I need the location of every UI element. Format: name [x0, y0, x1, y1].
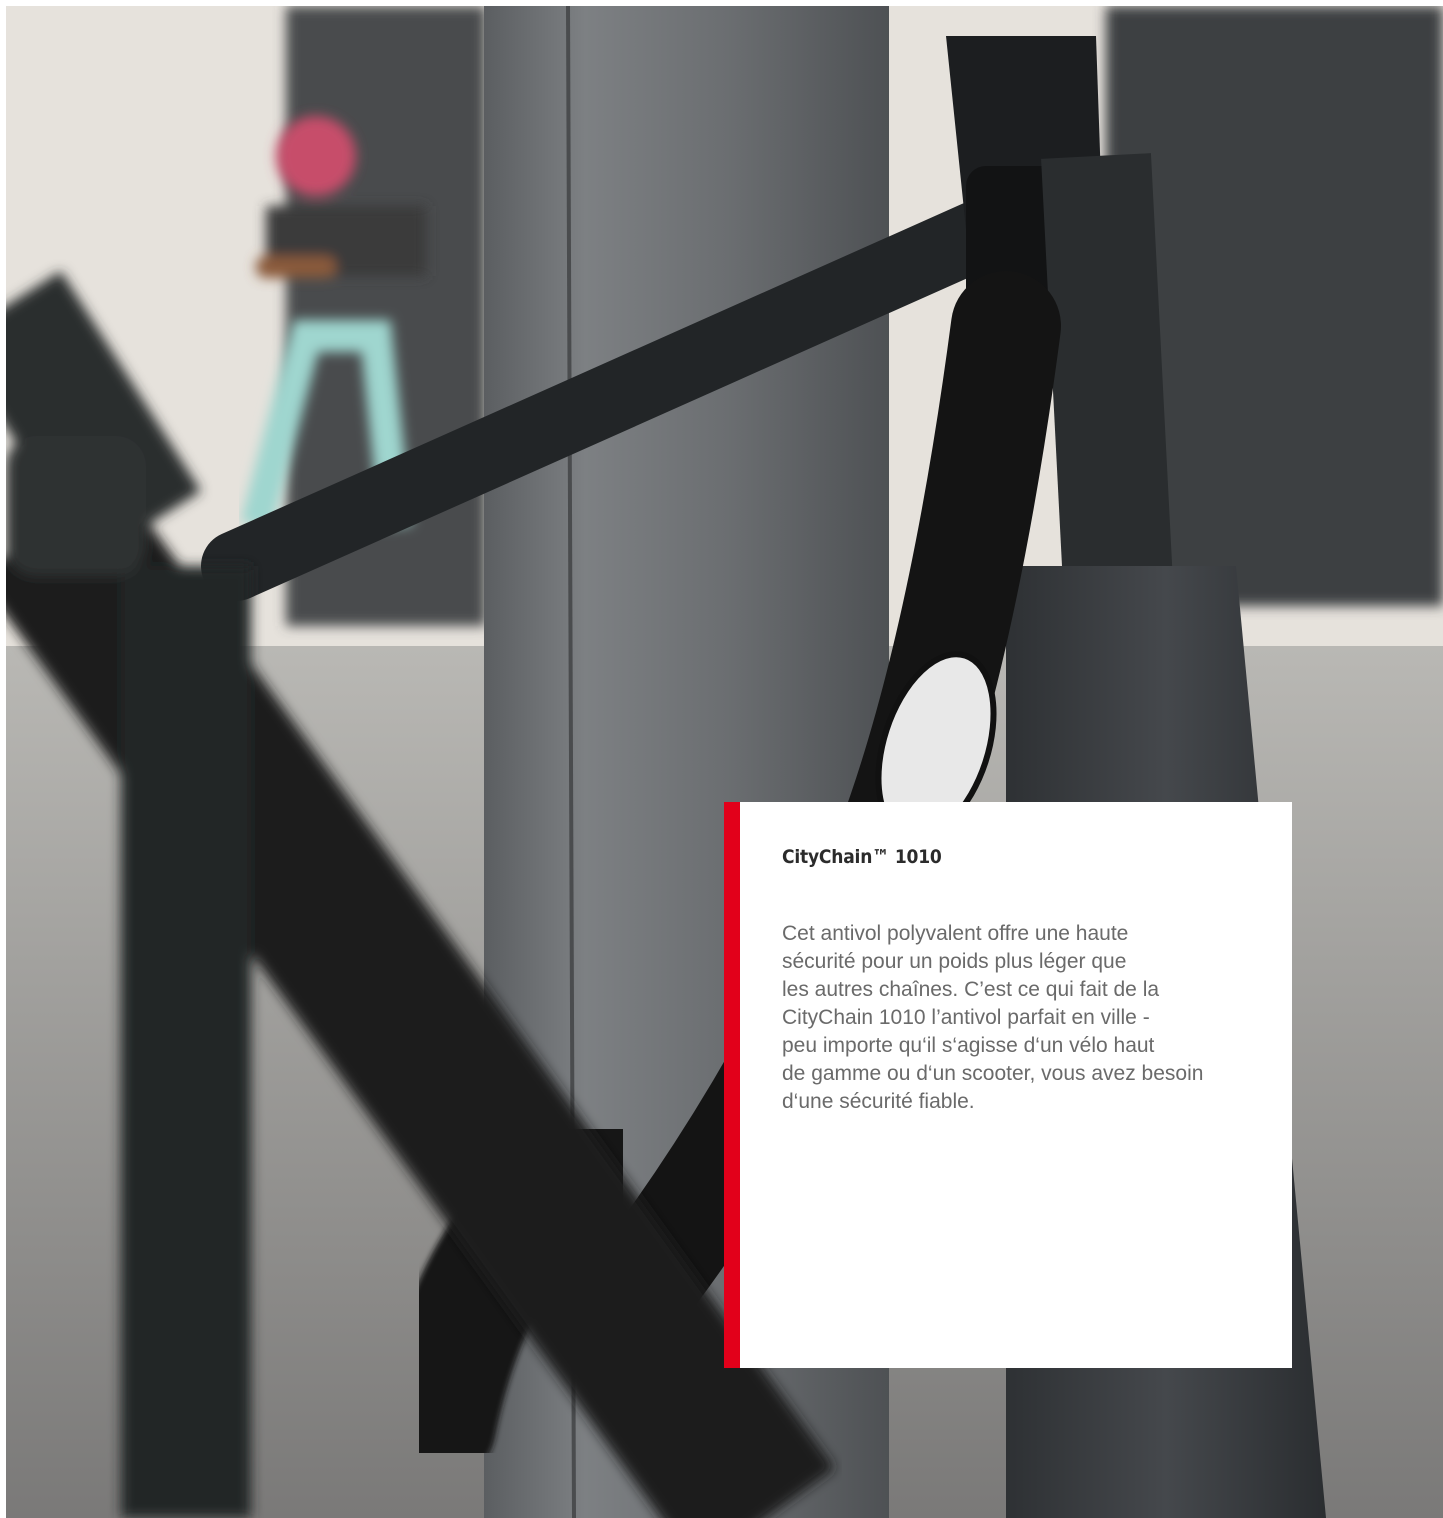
product-description: Cet antivol polyvalent offre une haute s… [782, 922, 1204, 1113]
product-title: CityChain™ 1010 [782, 846, 942, 868]
product-info-card: CityChain™ 1010 Cet antivol polyvalent o… [724, 802, 1292, 1368]
card-accent-bar [724, 802, 740, 1368]
hero-image-area: CityChain™ 1010 Cet antivol polyvalent o… [6, 6, 1443, 1518]
